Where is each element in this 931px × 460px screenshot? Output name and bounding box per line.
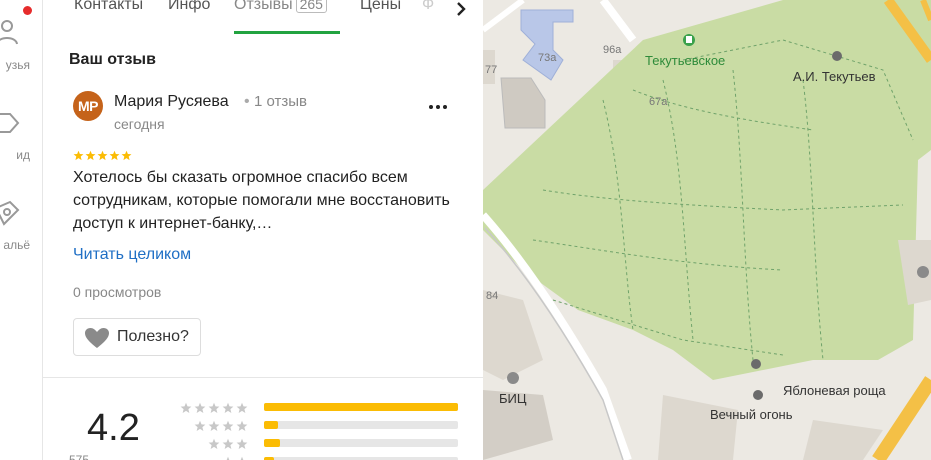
distribution-stars bbox=[180, 419, 250, 431]
heart-icon bbox=[85, 328, 109, 348]
reviews-count-badge: 265 bbox=[295, 0, 327, 13]
rail-label-wallet: альё bbox=[3, 238, 30, 252]
review-date: сегодня bbox=[114, 116, 165, 132]
author-separator: • bbox=[244, 93, 250, 110]
tab-contacts[interactable]: Контакты bbox=[74, 0, 143, 14]
distribution-bar bbox=[264, 403, 458, 411]
average-rating: 4.2 bbox=[87, 407, 140, 449]
map-label-vechny[interactable]: Вечный огонь bbox=[710, 407, 793, 422]
wallet-icon bbox=[0, 200, 20, 226]
star-icon bbox=[121, 150, 132, 161]
notification-dot bbox=[23, 6, 32, 15]
map-label-tekutyevskoe[interactable]: Текутьевское bbox=[645, 53, 725, 68]
star-icon bbox=[222, 438, 234, 449]
distribution-bar bbox=[264, 421, 458, 429]
tabs-bar: Контакты Инфо Отзывы 265 Цены Ф bbox=[43, 0, 483, 36]
star-icon bbox=[208, 402, 220, 413]
star-icon bbox=[97, 150, 108, 161]
more-options-button[interactable] bbox=[423, 96, 455, 118]
chevron-right-icon bbox=[457, 2, 466, 16]
distribution-bar bbox=[264, 439, 458, 447]
star-icon bbox=[226, 456, 230, 460]
review-text: Хотелось бы сказать огромное спасибо все… bbox=[73, 169, 450, 232]
more-dots-icon bbox=[429, 105, 447, 109]
org-panel: Контакты Инфо Отзывы 265 Цены Ф Ваш отзыв… bbox=[43, 0, 483, 460]
star-icon bbox=[194, 420, 206, 431]
star-icon bbox=[236, 420, 248, 431]
star-icon bbox=[73, 150, 84, 161]
map-label-bic[interactable]: БИЦ bbox=[499, 391, 527, 406]
star-icon bbox=[85, 150, 96, 161]
friends-icon bbox=[0, 20, 18, 45]
tab-reviews-label: Отзывы bbox=[234, 0, 293, 13]
star-icon bbox=[208, 438, 220, 449]
read-more-link[interactable]: Читать целиком bbox=[73, 246, 191, 264]
house-number: 73а bbox=[538, 52, 557, 64]
star-icon bbox=[236, 402, 248, 413]
star-icon bbox=[180, 402, 192, 413]
tab-prices[interactable]: Цены bbox=[360, 0, 401, 14]
avatar[interactable]: МР bbox=[73, 91, 103, 121]
your-review-title: Ваш отзыв bbox=[69, 51, 156, 68]
house-number: 67а bbox=[649, 96, 668, 108]
star-icon bbox=[222, 420, 234, 431]
divider bbox=[43, 377, 483, 378]
star-icon bbox=[240, 456, 244, 460]
star-icon bbox=[222, 402, 234, 413]
distribution-stars bbox=[180, 401, 250, 413]
distribution-bar-fill bbox=[264, 439, 280, 447]
rating-count: 575 bbox=[69, 453, 90, 460]
distribution-stars bbox=[180, 455, 250, 460]
tabs-scroll-right-button[interactable] bbox=[447, 0, 481, 22]
map[interactable]: 73а 96а 67а 77 84 Текутьевское А.И. Теку… bbox=[483, 0, 931, 460]
star-icon bbox=[236, 438, 248, 449]
review-views: 0 просмотров bbox=[73, 284, 162, 300]
useful-button[interactable]: Полезно? bbox=[73, 318, 201, 356]
author-review-count: 1 отзыв bbox=[254, 93, 308, 110]
tab-reviews[interactable]: Отзывы 265 bbox=[234, 0, 327, 14]
rail-label-guide: ид bbox=[16, 148, 30, 162]
distribution-bar-fill bbox=[264, 403, 458, 411]
star-icon bbox=[208, 420, 220, 431]
rail-label-friends: узья bbox=[5, 58, 30, 72]
author-name[interactable]: Мария Русяева bbox=[114, 93, 229, 111]
star-icon bbox=[109, 150, 120, 161]
house-number: 77 bbox=[485, 64, 498, 76]
review-rating-stars bbox=[73, 150, 133, 162]
left-rail: узья ид альё bbox=[0, 0, 43, 460]
useful-label: Полезно? bbox=[117, 328, 189, 345]
map-label-yablonevaya[interactable]: Яблоневая роща bbox=[783, 383, 886, 398]
tab-info[interactable]: Инфо bbox=[168, 0, 210, 14]
house-number: 96а bbox=[603, 44, 622, 56]
house-number: 84 bbox=[486, 290, 499, 302]
tab-faded[interactable]: Ф bbox=[422, 0, 434, 14]
map-label-tekutyev[interactable]: А.И. Текутьев bbox=[793, 69, 876, 84]
star-icon bbox=[194, 402, 206, 413]
distribution-bar-fill bbox=[264, 421, 278, 429]
distribution-stars bbox=[180, 437, 250, 449]
active-tab-indicator bbox=[234, 31, 340, 34]
guide-icon bbox=[0, 113, 20, 133]
